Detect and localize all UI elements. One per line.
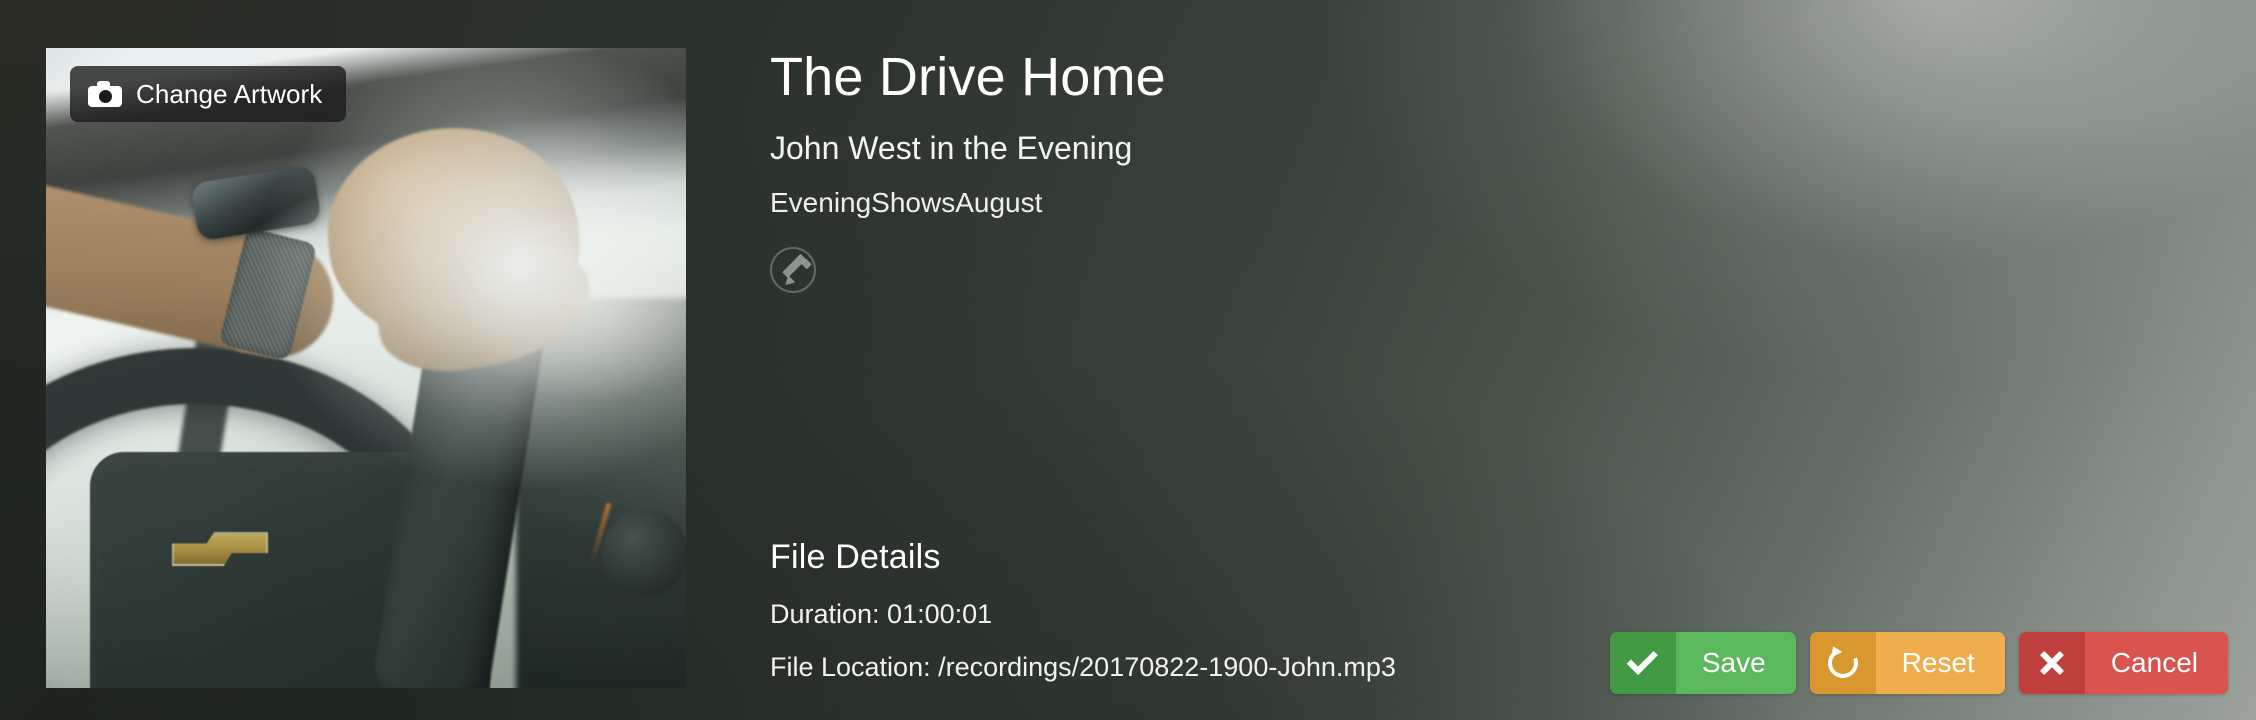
check-icon [1609, 632, 1676, 694]
artwork-image[interactable] [46, 48, 686, 688]
show-metadata: The Drive Home John West in the Evening … [770, 47, 2070, 294]
check-glyph [1626, 643, 1658, 676]
artwork-vignette [46, 48, 686, 688]
change-artwork-label: Change Artwork [136, 78, 323, 109]
pencil-icon-tip [781, 275, 796, 290]
reset-button[interactable]: Reset [1809, 632, 2005, 694]
save-button[interactable]: Save [1609, 632, 1796, 694]
reset-icon [1809, 632, 1876, 694]
close-icon [2018, 632, 2085, 694]
edit-metadata-button[interactable] [770, 247, 816, 294]
show-group: EveningShowsAugust [770, 187, 1043, 219]
file-details-heading: File Details [770, 538, 941, 576]
close-glyph [2038, 649, 2066, 677]
change-artwork-button[interactable]: Change Artwork [70, 66, 347, 122]
camera-icon [88, 81, 122, 107]
action-button-group: Save Reset Cancel [1609, 632, 2228, 694]
show-title: The Drive Home [770, 47, 1166, 107]
pencil-icon-body [782, 254, 807, 279]
cancel-button-label: Cancel [2084, 632, 2228, 694]
show-subtitle: John West in the Evening [770, 130, 1133, 167]
reset-button-label: Reset [1875, 632, 2005, 694]
cancel-button[interactable]: Cancel [2018, 632, 2228, 694]
camera-lens [99, 90, 112, 103]
editor-screen: Change Artwork The Drive Home John West … [0, 0, 2256, 720]
reset-glyph [1822, 643, 1863, 683]
save-button-label: Save [1675, 632, 1796, 694]
file-duration: Duration: 01:00:01 [770, 599, 993, 629]
